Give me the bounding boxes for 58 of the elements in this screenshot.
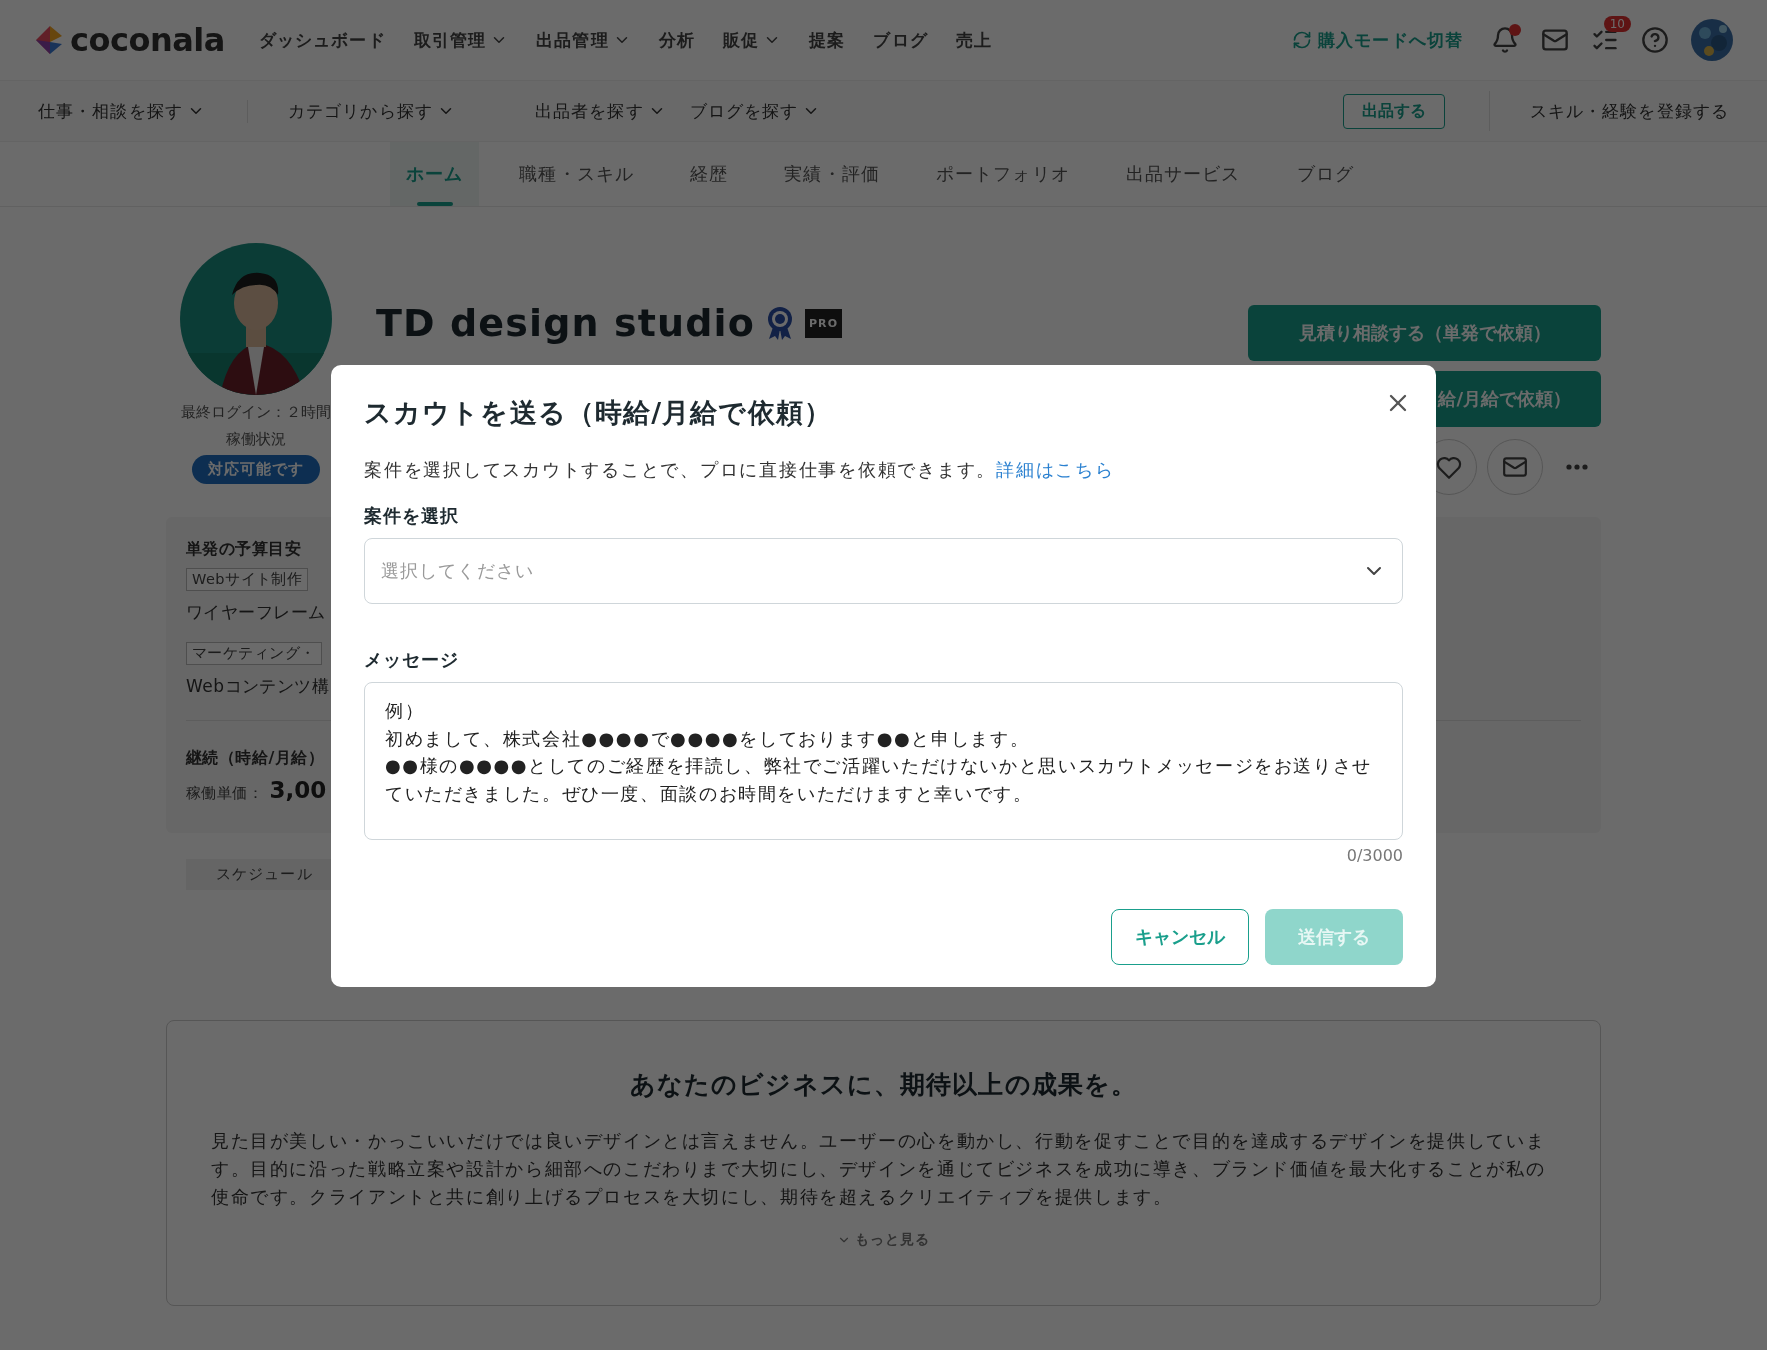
count-badge: 10 [1603,16,1631,32]
details-link[interactable]: 詳細はこちら [996,460,1115,480]
profile-tab[interactable]: 出品サービス [1109,142,1257,206]
profile-tab[interactable]: 実績・評価 [768,142,896,206]
nav-link[interactable]: 分析 [658,28,695,52]
nav-link[interactable]: ブログ [873,28,928,52]
subnav-link[interactable]: 仕事・相談を探す [38,99,248,123]
character-counter: 0/3000 [1345,846,1403,865]
logo-icon[interactable] [34,24,64,56]
nav-link[interactable]: 販促 [722,28,782,52]
subnav-link[interactable]: カテゴリから探す [287,99,495,123]
nav-link[interactable]: 売上 [955,28,993,52]
intro-text: 見た目が美しい・かっこいいだけでは良いデザインとは言えません。ユーザーの心を動かし、行動を促すことで目的を達成するデザインを提供しています。目的に沿った戦略立案や設計から細部へのこだわりまで大切にし、デザインを通じてビジネスを成功に導き、ブランド価値を最大化することが私の使命です。クライアントと共に創り上げるプロセスを大切にし、期待を超えるクリエイティブを提供します。 [211,1129,1547,1209]
category-tag: Webサイト制作 [186,568,309,591]
profile-tab[interactable]: ポートフォリオ [919,142,1086,206]
field-label: 案件を選択 [364,504,461,528]
mail-icon [1502,454,1528,480]
budget-title: 単発の予算目安 [186,539,302,560]
last-login-text: 最終ログイン：２時間 [181,403,331,422]
service-text: Webコンテンツ構 [186,675,330,698]
more-icon [1566,464,1588,470]
nav-link[interactable]: 提案 [809,28,846,52]
profile-tab[interactable]: 経歴 [674,142,745,206]
sell-button[interactable]: 出品する [1342,93,1445,129]
logo-text: coconala [70,21,225,59]
profile-tab[interactable]: 職種・スキル [503,142,651,206]
help-icon[interactable] [1641,26,1669,54]
profile-name: TD design studio [376,301,755,345]
bell-icon[interactable] [1491,26,1519,54]
refresh-icon [1292,30,1313,50]
status-label: 稼働状況 [226,430,286,449]
intro-title: あなたのビジネスに、期待以上の成果を。 [629,1069,1138,1101]
dialog-title: スカウトを送る（時給/月給で依頼） [364,396,832,430]
project-select[interactable]: 選択してください [364,538,1403,604]
subnav-link[interactable]: ブログを探す [689,99,821,123]
nav-link[interactable]: 出品管理 [536,28,631,52]
rate-value: 3,00 [269,777,327,803]
show-more-link[interactable]: もっと見る [836,1231,931,1249]
heart-icon [1436,455,1462,479]
mode-switch-link[interactable]: 購入モードへ切替 [1292,28,1463,52]
service-text: ワイヤーフレーム [186,601,326,624]
rate-label: 稼働単価： [186,784,264,803]
message-field[interactable]: 例） 初めまして、株式会社●●●●で●●●●をしております●●と申します。 ●●様の●●●●としてのご経歴を拝読し、弊社でご活躍いただけないかと思いスカウトメッセージをお送りさせていただきました。ぜひ一度、面談のお時間をいただけますと幸いです。 [364,682,1403,840]
cancel-button[interactable]: キャンセル [1111,909,1249,965]
pro-badge: PRO [804,308,843,338]
register-link[interactable]: スキル・経験を登録する [1488,91,1729,131]
profile-tab[interactable]: ホーム [390,142,480,206]
request-button[interactable]: 見積り相談する（単発で依頼） [1248,305,1601,361]
subnav-link[interactable]: 出品者を探す [534,99,666,123]
continuous-title: 継続（時給/月給） [186,748,325,769]
dialog-description: 案件を選択してスカウトすることで、プロに直接仕事を依頼できます。詳細はこちら [364,459,1116,482]
category-tag: マーケティング・ [186,642,322,665]
nav-link[interactable]: 取引管理 [413,28,509,52]
message-button[interactable] [1487,439,1543,495]
field-label: メッセージ [364,648,461,672]
profile-tab[interactable]: ブログ [1280,142,1370,206]
nav-link[interactable]: ダッシュボード [258,28,386,52]
status-badge: 対応可能です [191,455,321,484]
